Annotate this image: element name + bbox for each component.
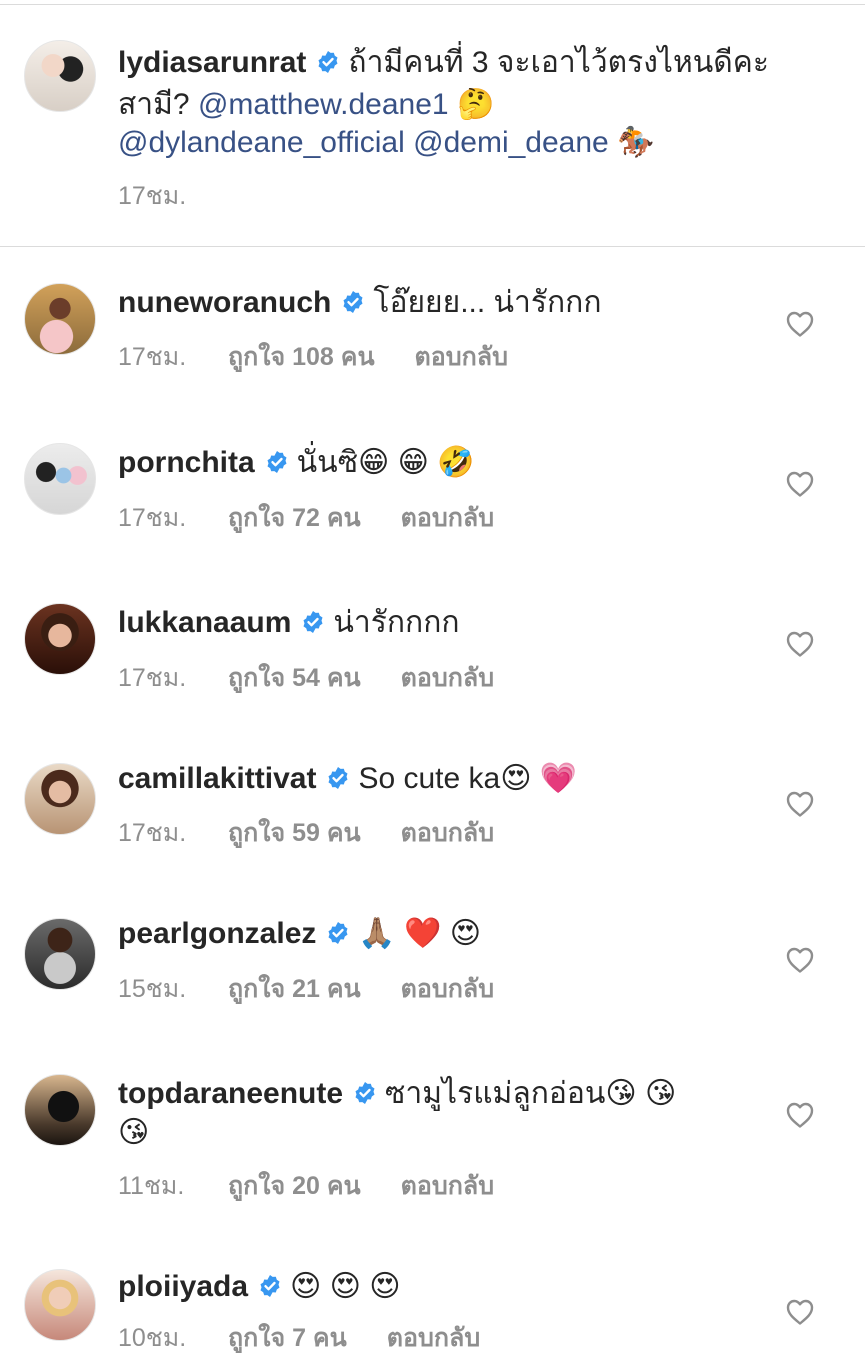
avatar[interactable] bbox=[24, 603, 96, 675]
avatar[interactable] bbox=[24, 283, 96, 355]
comment-username[interactable]: pearlgonzalez bbox=[118, 917, 316, 950]
heart-outline-icon[interactable] bbox=[785, 310, 815, 338]
heart-outline-icon[interactable] bbox=[785, 470, 815, 498]
verified-badge-icon bbox=[353, 1081, 377, 1105]
thinking-face-emoji: 🤔 bbox=[456, 88, 495, 121]
caption-divider bbox=[0, 246, 865, 247]
timestamp: 10ชม. bbox=[118, 1324, 187, 1352]
avatar[interactable] bbox=[24, 763, 96, 835]
reply-button[interactable]: ตอบกลับ bbox=[401, 502, 494, 534]
comment-text: โอ๊ยยย... น่ารักกก bbox=[373, 286, 602, 319]
comment-meta: 17ชม. ถูกใจ 59 คน ตอบกลับ bbox=[118, 817, 494, 849]
top-divider bbox=[0, 4, 865, 5]
likes-count-button[interactable]: ถูกใจ 54 คน bbox=[228, 662, 361, 694]
reply-button[interactable]: ตอบกลับ bbox=[415, 341, 508, 373]
comment-username[interactable]: topdaraneenute bbox=[118, 1077, 343, 1110]
heart-outline-icon[interactable] bbox=[785, 1101, 815, 1129]
timestamp: 11ชม. bbox=[118, 1172, 185, 1200]
caption-line-1: lydiasarunrat ถ้ามีคนที่ 3 จะเอาไว้ตรงไหน… bbox=[118, 44, 769, 82]
reply-button[interactable]: ตอบกลับ bbox=[387, 1322, 480, 1354]
comment-username[interactable]: camillakittivat bbox=[118, 762, 316, 795]
comment-meta: 17ชม. ถูกใจ 72 คน ตอบกลับ bbox=[118, 502, 494, 534]
heart-outline-icon[interactable] bbox=[785, 630, 815, 658]
comment-username[interactable]: pornchita bbox=[118, 446, 255, 479]
caption-username[interactable]: lydiasarunrat bbox=[118, 46, 306, 79]
likes-count-button[interactable]: ถูกใจ 21 คน bbox=[228, 973, 361, 1005]
reply-button[interactable]: ตอบกลับ bbox=[401, 1170, 494, 1202]
comment-text: So cute ka😍 💗 bbox=[358, 762, 578, 795]
timestamp: 17ชม. bbox=[118, 182, 187, 210]
horse-racing-emoji: 🏇 bbox=[617, 126, 655, 159]
likes-count-button[interactable]: ถูกใจ 72 คน bbox=[228, 502, 361, 534]
comment-meta: 17ชม. ถูกใจ 108 คน ตอบกลับ bbox=[118, 341, 508, 373]
caption-line-3: @dylandeane_official @demi_deane 🏇 bbox=[118, 124, 654, 162]
comment-meta: 15ชม. ถูกใจ 21 คน ตอบกลับ bbox=[118, 973, 494, 1005]
comment-text: นั่นซิ😁 😁 🤣 bbox=[296, 446, 475, 479]
reply-button[interactable]: ตอบกลับ bbox=[401, 817, 494, 849]
caption-avatar[interactable] bbox=[24, 40, 96, 112]
comment-text: 🙏🏽 ❤️ 😍 bbox=[358, 917, 482, 950]
verified-badge-icon bbox=[301, 610, 325, 634]
comment-meta: 10ชม. ถูกใจ 7 คน ตอบกลับ bbox=[118, 1322, 480, 1354]
comment-text-line: ploiiyada 😍 😍 😍 bbox=[118, 1268, 401, 1306]
likes-count-button[interactable]: ถูกใจ 20 คน bbox=[228, 1170, 361, 1202]
comment-text-line: lukkanaaum น่ารักกกก bbox=[118, 604, 460, 642]
reply-button[interactable]: ตอบกลับ bbox=[401, 662, 494, 694]
mention-link[interactable]: @dylandeane_official bbox=[118, 126, 405, 159]
caption-text-2: สามี? bbox=[118, 88, 190, 121]
timestamp: 15ชม. bbox=[118, 975, 187, 1003]
comment-text-line-2: 😘 bbox=[118, 1114, 149, 1152]
caption-text: ถ้ามีคนที่ 3 จะเอาไว้ตรงไหนดีคะ bbox=[348, 46, 769, 79]
comment-username[interactable]: lukkanaaum bbox=[118, 606, 291, 639]
avatar[interactable] bbox=[24, 1269, 96, 1341]
reply-button[interactable]: ตอบกลับ bbox=[401, 973, 494, 1005]
timestamp: 17ชม. bbox=[118, 504, 187, 532]
comment-text-line: pearlgonzalez 🙏🏽 ❤️ 😍 bbox=[118, 915, 481, 953]
likes-count-button[interactable]: ถูกใจ 108 คน bbox=[228, 341, 375, 373]
timestamp: 17ชม. bbox=[118, 343, 187, 371]
comment-username[interactable]: ploiiyada bbox=[118, 1270, 248, 1303]
verified-badge-icon bbox=[258, 1274, 282, 1298]
timestamp: 17ชม. bbox=[118, 664, 187, 692]
timestamp: 17ชม. bbox=[118, 819, 187, 847]
heart-outline-icon[interactable] bbox=[785, 1298, 815, 1326]
comment-text: น่ารักกกก bbox=[333, 606, 460, 639]
mention-link[interactable]: @demi_deane bbox=[413, 126, 609, 159]
comment-text-line: nuneworanuch โอ๊ยยย... น่ารักกก bbox=[118, 284, 602, 322]
verified-badge-icon bbox=[316, 50, 340, 74]
comment-meta: 11ชม. ถูกใจ 20 คน ตอบกลับ bbox=[118, 1170, 494, 1202]
comment-meta: 17ชม. ถูกใจ 54 คน ตอบกลับ bbox=[118, 662, 494, 694]
likes-count-button[interactable]: ถูกใจ 59 คน bbox=[228, 817, 361, 849]
comment-text: ซามูไรแม่ลูกอ่อน😘 😘 bbox=[385, 1077, 677, 1110]
avatar[interactable] bbox=[24, 443, 96, 515]
avatar[interactable] bbox=[24, 1074, 96, 1146]
likes-count-button[interactable]: ถูกใจ 7 คน bbox=[228, 1322, 347, 1354]
heart-outline-icon[interactable] bbox=[785, 946, 815, 974]
verified-badge-icon bbox=[341, 290, 365, 314]
comment-text: 😍 😍 😍 bbox=[290, 1270, 401, 1303]
comment-username[interactable]: nuneworanuch bbox=[118, 286, 331, 319]
caption-line-2: สามี? @matthew.deane1 🤔 bbox=[118, 86, 494, 124]
comment-text-line: topdaraneenute ซามูไรแม่ลูกอ่อน😘 😘 bbox=[118, 1075, 676, 1113]
comment-text-line: camillakittivat So cute ka😍 💗 bbox=[118, 760, 577, 798]
verified-badge-icon bbox=[326, 921, 350, 945]
comment-text-line: pornchita นั่นซิ😁 😁 🤣 bbox=[118, 444, 475, 482]
caption-meta: 17ชม. bbox=[118, 180, 228, 212]
verified-badge-icon bbox=[265, 450, 289, 474]
verified-badge-icon bbox=[326, 766, 350, 790]
heart-outline-icon[interactable] bbox=[785, 790, 815, 818]
kissing-face-emoji: 😘 bbox=[118, 1116, 150, 1149]
avatar[interactable] bbox=[24, 918, 96, 990]
mention-link[interactable]: @matthew.deane1 bbox=[198, 88, 449, 121]
